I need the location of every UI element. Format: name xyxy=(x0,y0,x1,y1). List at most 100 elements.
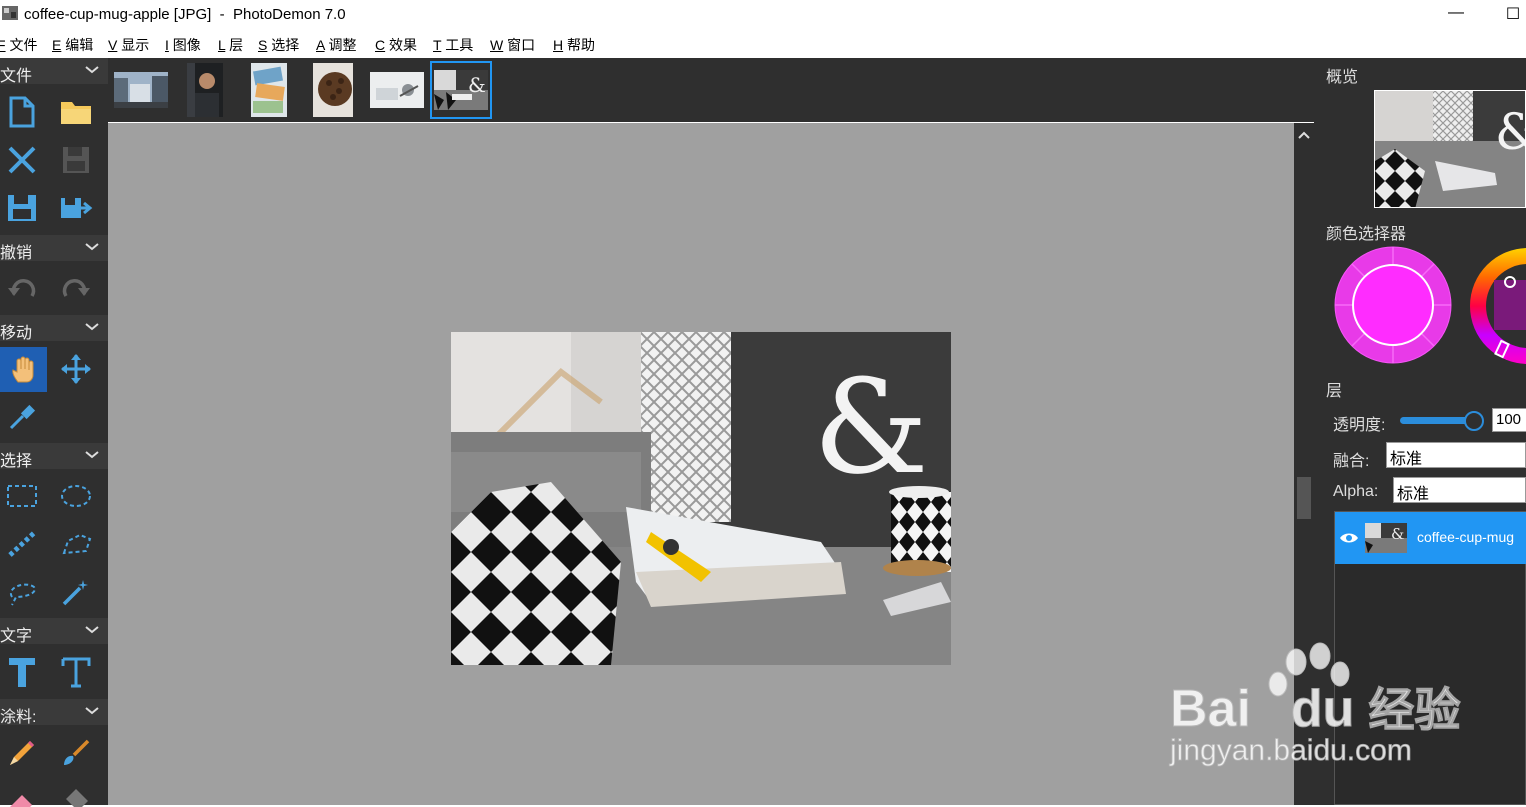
menu-edit[interactable]: E 编辑 xyxy=(52,35,93,55)
ellipse-select-tool[interactable] xyxy=(54,474,98,518)
fill-tool[interactable] xyxy=(54,779,98,807)
close-file-button[interactable] xyxy=(0,138,44,182)
chevron-down-icon xyxy=(85,66,99,74)
redo-button[interactable] xyxy=(54,267,98,311)
vertical-scrollbar[interactable] xyxy=(1294,123,1314,805)
toolbox-section-undo[interactable]: 撤销 xyxy=(0,235,108,262)
text-bold-icon xyxy=(9,658,35,687)
ellipse-select-icon xyxy=(61,485,91,507)
opacity-label: 透明度: xyxy=(1333,417,1386,434)
eye-icon[interactable] xyxy=(1339,531,1359,545)
thumbnail-image-dark-portrait xyxy=(187,63,223,117)
image-tab-strip: & xyxy=(108,58,1314,122)
paintbrush-icon xyxy=(64,739,90,765)
save-button[interactable] xyxy=(54,138,98,182)
close-icon xyxy=(8,146,36,174)
text-serif-icon xyxy=(61,657,91,688)
overview-preview[interactable]: & xyxy=(1374,90,1526,208)
alpha-mode-label: Alpha: xyxy=(1333,483,1379,500)
thumbnail-image-white-desk xyxy=(370,72,424,108)
hand-icon xyxy=(11,356,33,382)
chevron-down-icon xyxy=(85,451,99,459)
toolbox-section-select[interactable]: 选择 xyxy=(0,443,108,470)
opacity-slider-knob[interactable] xyxy=(1464,411,1484,431)
save-as-button[interactable] xyxy=(0,186,44,230)
redo-icon xyxy=(62,279,90,297)
scrollbar-thumb[interactable] xyxy=(1297,477,1311,519)
canvas-area[interactable]: & xyxy=(108,123,1294,805)
rect-select-tool[interactable] xyxy=(0,474,44,518)
toolbox: 文件 撤销 移动 选择 文字 涂料: xyxy=(0,58,108,807)
blend-mode-select[interactable]: 标准 xyxy=(1386,442,1526,468)
primary-color-wheel[interactable] xyxy=(1333,245,1453,365)
export-button[interactable] xyxy=(54,186,98,230)
line-select-tool[interactable] xyxy=(0,522,44,566)
menu-window[interactable]: W 窗口 xyxy=(490,35,535,55)
polygon-select-tool[interactable] xyxy=(54,522,98,566)
menu-select[interactable]: S 选择 xyxy=(258,35,299,55)
window-title: coffee-cup-mug-apple [JPG] - PhotoDemon … xyxy=(24,6,346,23)
thumbnail-money-notes[interactable] xyxy=(238,61,300,119)
hand-tool[interactable] xyxy=(0,347,47,392)
scroll-up-icon[interactable] xyxy=(1294,125,1314,145)
brush-tool[interactable] xyxy=(54,731,98,775)
toolbox-section-file[interactable]: 文件 xyxy=(0,58,108,85)
magic-wand-tool[interactable] xyxy=(54,570,98,614)
new-file-icon xyxy=(9,96,35,128)
menu-help[interactable]: H 帮助 xyxy=(553,35,595,55)
toolbox-section-move[interactable]: 移动 xyxy=(0,315,108,342)
export-icon xyxy=(61,198,93,218)
opacity-slider[interactable] xyxy=(1400,411,1484,431)
thumbnail-city-street[interactable] xyxy=(110,61,172,119)
pencil-icon xyxy=(10,741,34,765)
undo-button[interactable] xyxy=(0,267,44,311)
document-image[interactable]: & xyxy=(451,332,951,665)
menu-tools[interactable]: T 工具 xyxy=(433,35,473,55)
basic-text-tool[interactable] xyxy=(0,650,44,694)
chevron-down-icon xyxy=(85,626,99,634)
menu-adjust[interactable]: A 调整 xyxy=(316,35,356,55)
lasso-select-tool[interactable] xyxy=(0,570,44,614)
hue-color-wheel[interactable] xyxy=(1468,244,1526,368)
thumbnail-coffee-cup-mug-apple[interactable]: & xyxy=(430,61,492,119)
pencil-tool[interactable] xyxy=(0,731,44,775)
eraser-icon xyxy=(10,795,32,807)
folder-icon xyxy=(61,102,91,124)
thumbnail-dark-portrait[interactable] xyxy=(174,61,236,119)
typography-text-tool[interactable] xyxy=(54,650,98,694)
move-tool[interactable] xyxy=(54,347,98,391)
move-arrows-icon xyxy=(61,354,91,384)
magic-wand-icon xyxy=(62,580,88,606)
save-icon xyxy=(63,147,89,173)
svg-text:&: & xyxy=(813,351,929,503)
overview-title: 概览 xyxy=(1326,69,1359,86)
menu-bar: F 文件 E 编辑 V 显示 I 图像 L 层 S 选择 A 调整 C 效果 T… xyxy=(0,32,1526,56)
layer-thumbnail: & xyxy=(1365,523,1407,553)
toolbox-section-text[interactable]: 文字 xyxy=(0,618,108,645)
color-picker-tool[interactable] xyxy=(0,395,44,439)
layer-list[interactable]: & coffee-cup-mug xyxy=(1334,511,1526,805)
menu-effects[interactable]: C 效果 xyxy=(375,35,417,55)
save-copy-icon xyxy=(8,195,36,221)
maximize-button[interactable]: ☐ xyxy=(1498,4,1526,26)
menu-layer[interactable]: L 层 xyxy=(218,35,243,55)
new-file-button[interactable] xyxy=(0,90,44,134)
alpha-mode-select[interactable]: 标准 xyxy=(1393,477,1526,503)
opacity-slider-track xyxy=(1400,417,1474,424)
svg-text:&: & xyxy=(468,73,486,97)
minimize-button[interactable]: — xyxy=(1441,4,1471,26)
thumbnail-coffee-beans[interactable] xyxy=(302,61,364,119)
menu-view[interactable]: V 显示 xyxy=(108,35,149,55)
menu-image[interactable]: I 图像 xyxy=(165,35,201,55)
app-icon xyxy=(2,6,18,20)
toolbox-section-paint[interactable]: 涂料: xyxy=(0,699,108,726)
menu-file[interactable]: F 文件 xyxy=(0,35,37,55)
eraser-tool[interactable] xyxy=(0,779,44,807)
rectangle-select-icon xyxy=(7,485,37,507)
opacity-value-field[interactable]: 100 xyxy=(1492,408,1526,432)
layer-name: coffee-cup-mug xyxy=(1417,529,1515,545)
open-file-button[interactable] xyxy=(54,90,98,134)
thumbnail-image-coffee-beans xyxy=(313,63,353,117)
layer-row[interactable]: & coffee-cup-mug xyxy=(1335,512,1526,564)
thumbnail-white-desk[interactable] xyxy=(366,61,428,119)
